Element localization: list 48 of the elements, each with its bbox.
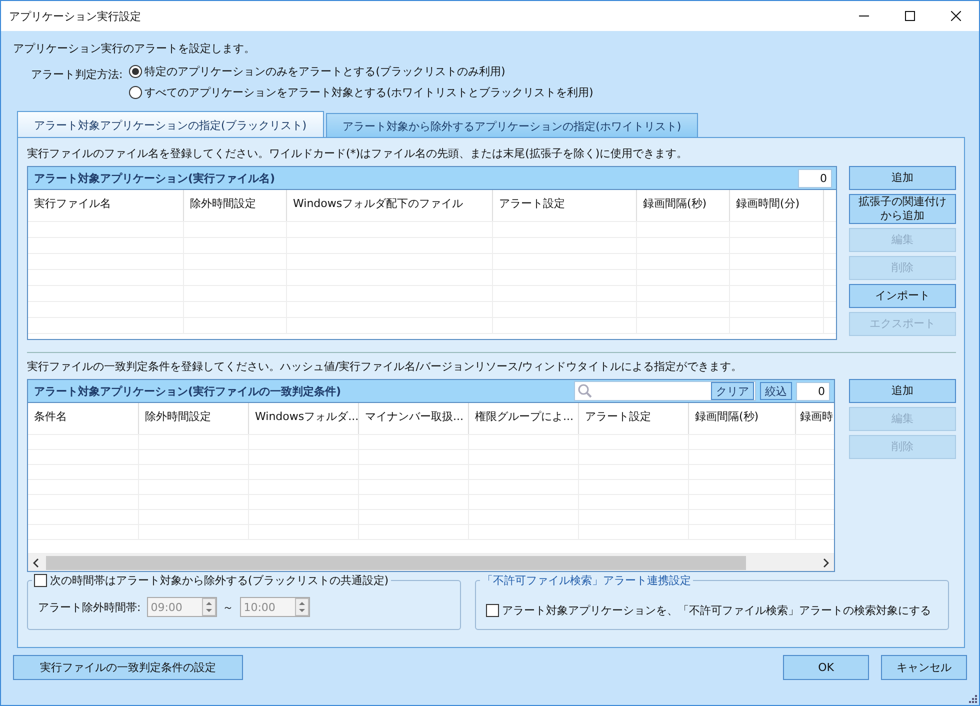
- column-header[interactable]: 除外時間設定: [145, 409, 211, 424]
- conditions-button[interactable]: 実行ファイルの一致判定条件の設定: [13, 655, 243, 680]
- radio-label[interactable]: すべてのアプリケーションをアラート対象とする(ホワイトリストとブラックリストを利用): [144, 85, 594, 100]
- grid-title: アラート対象アプリケーション(実行ファイル名): [34, 170, 276, 186]
- action-button[interactable]: 追加: [849, 379, 956, 403]
- column-header[interactable]: 権限グループによ...: [475, 409, 574, 424]
- search-field[interactable]: クリア: [574, 381, 756, 401]
- column-header[interactable]: マイナンバー取扱...: [365, 409, 464, 424]
- range-separator: ～: [222, 600, 234, 614]
- checkbox[interactable]: [486, 604, 499, 617]
- search-icon: [578, 384, 592, 398]
- clear-button[interactable]: クリア: [711, 382, 754, 400]
- tab[interactable]: アラート対象から除外するアプリケーションの指定(ホワイトリスト): [326, 113, 698, 137]
- resize-grip-icon: [969, 695, 977, 703]
- column-header[interactable]: 録画時間(分): [736, 196, 800, 211]
- tab[interactable]: アラート対象アプリケーションの指定(ブラックリスト): [17, 111, 324, 137]
- column-header[interactable]: 除外時間設定: [190, 196, 256, 211]
- column-header[interactable]: アラート設定: [499, 196, 565, 211]
- column-header[interactable]: 録画間隔(秒): [643, 196, 707, 211]
- cancel-button[interactable]: キャンセル: [881, 655, 967, 680]
- time-label: アラート除外時間帯:: [38, 600, 141, 614]
- radio-label[interactable]: 特定のアプリケーションのみをアラートとする(ブラックリストのみ利用): [144, 64, 506, 79]
- window-title: アプリケーション実行設定: [9, 8, 142, 24]
- action-button[interactable]: インポート: [849, 284, 956, 308]
- close-icon[interactable]: [951, 11, 961, 21]
- action-button[interactable]: 追加: [849, 166, 956, 190]
- filter-button[interactable]: 絞込: [760, 382, 792, 400]
- column-header[interactable]: 条件名: [34, 409, 67, 424]
- maximize-icon[interactable]: [905, 11, 915, 21]
- radio-button[interactable]: [128, 86, 142, 99]
- group-legend: 「不許可ファイル検索」アラート連携設定: [480, 573, 693, 588]
- action-button[interactable]: 拡張子の関連付けから追加: [849, 194, 956, 224]
- count-field: 0: [798, 168, 832, 188]
- horizontal-scrollbar[interactable]: [28, 553, 834, 571]
- column-header[interactable]: アラート設定: [585, 409, 651, 424]
- radio-button[interactable]: [128, 65, 142, 78]
- count-field: 0: [796, 382, 830, 400]
- description-text: アプリケーション実行のアラートを設定します。: [13, 41, 256, 56]
- column-header[interactable]: Windowsフォルダ...: [255, 409, 359, 424]
- ok-button[interactable]: OK: [783, 655, 869, 680]
- grid-title: アラート対象アプリケーション(実行ファイルの一致判定条件): [34, 384, 342, 398]
- column-header[interactable]: 録画時: [800, 409, 833, 424]
- hint-text: 実行ファイルのファイル名を登録してください。ワイルドカード(*)はファイル名の先頭、または末尾(拡張子を除く)に使用できます。: [27, 146, 689, 161]
- column-header[interactable]: Windowsフォルダ配下のファイル: [293, 196, 464, 211]
- column-header[interactable]: 録画間隔(秒): [695, 409, 759, 424]
- hint-text: 実行ファイルの一致判定条件を登録してください。ハッシュ値/実行ファイル名/バージョンリソース/ウィンドウタイトルによる指定ができます。: [27, 359, 744, 374]
- column-header[interactable]: 実行ファイル名: [34, 196, 111, 211]
- method-label: アラート判定方法:: [31, 67, 123, 83]
